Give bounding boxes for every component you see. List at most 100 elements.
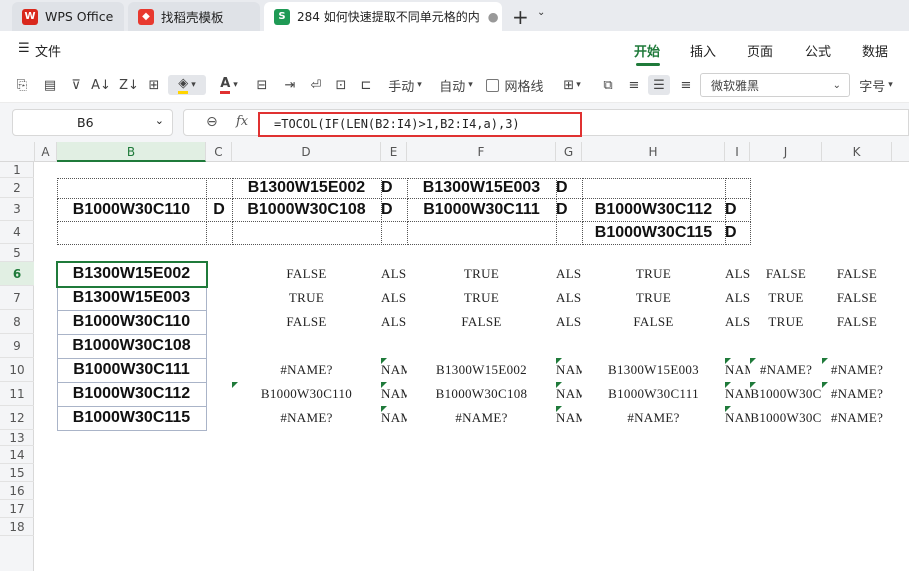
column-header-h[interactable]: H (582, 142, 725, 162)
cell-f7[interactable]: TRUE (407, 286, 556, 310)
row-header-1[interactable]: 1 (0, 162, 34, 178)
cell-i3[interactable]: D (725, 198, 750, 221)
borders-icon[interactable]: ⊞ (144, 75, 164, 95)
cell-e6[interactable]: ALS (381, 262, 407, 286)
row-header-13[interactable]: 13 (0, 430, 34, 446)
row-header-15[interactable]: 15 (0, 464, 34, 482)
row-header-7[interactable]: 7 (0, 286, 34, 310)
cell-b3[interactable]: B1000W30C110 (57, 198, 206, 221)
cell-f6[interactable]: TRUE (407, 262, 556, 286)
row-header-8[interactable]: 8 (0, 310, 34, 334)
gridlines-toggle[interactable]: 网格线 (486, 75, 544, 95)
cell-d8[interactable]: FALSE (232, 310, 381, 334)
convert-icon[interactable]: ⊡ (331, 75, 351, 95)
cell-f8[interactable]: FALSE (407, 310, 556, 334)
cell-j6[interactable]: FALSE (750, 262, 822, 286)
cell-h8[interactable]: FALSE (582, 310, 725, 334)
cell-d10[interactable]: #NAME? (232, 358, 381, 382)
cell-e7[interactable]: ALS (381, 286, 407, 310)
menu-home[interactable]: 开始 (634, 41, 660, 60)
auto-fit-dropdown[interactable]: 自动 ▾ (434, 75, 478, 95)
row-header-12[interactable]: 12 (0, 406, 34, 430)
column-header-a[interactable]: A (35, 142, 57, 162)
cell-h11[interactable]: B1000W30C111 (582, 382, 725, 406)
formula-input-area[interactable]: ⊖ fx =TOCOL(IF(LEN(B2:I4)>1,B2:I4,a),3) (183, 109, 909, 137)
sort-descending-icon[interactable]: Z↓ (118, 75, 140, 95)
cell-j10[interactable]: #NAME? (750, 358, 822, 382)
filter-icon[interactable]: ⊽ (66, 75, 86, 95)
cell-g8[interactable]: ALS (556, 310, 582, 334)
column-header-f[interactable]: F (407, 142, 556, 162)
cell-f10[interactable]: B1300W15E002 (407, 358, 556, 382)
row-header-2[interactable]: 2 (0, 178, 34, 198)
hamburger-icon[interactable]: ☰ (18, 41, 30, 56)
formula-text[interactable]: =TOCOL(IF(LEN(B2:I4)>1,B2:I4,a),3) (258, 112, 582, 137)
checkbox-icon[interactable] (486, 78, 500, 92)
row-header-17[interactable]: 17 (0, 500, 34, 518)
column-header-g[interactable]: G (556, 142, 582, 162)
row-header-18[interactable]: 18 (0, 518, 34, 536)
cell-b8[interactable]: B1000W30C110 (57, 310, 206, 334)
cell-b10[interactable]: B1000W30C111 (57, 358, 206, 382)
menu-data[interactable]: 数据 (862, 41, 888, 60)
new-tab-plus-icon[interactable]: + (512, 5, 529, 29)
cell-k11[interactable]: #NAME? (822, 382, 892, 406)
fx-icon[interactable]: fx (236, 114, 248, 129)
cell-j12[interactable]: B1000W30C (750, 406, 822, 430)
format-painter-icon[interactable]: ⎘ (12, 75, 32, 95)
cell-h3[interactable]: B1000W30C112 (582, 198, 725, 221)
align-center-icon[interactable]: ☰ (648, 75, 670, 95)
cell-g6[interactable]: ALS (556, 262, 582, 286)
cell-k10[interactable]: #NAME? (822, 358, 892, 382)
sort-ascending-icon[interactable]: A↓ (90, 75, 112, 95)
cell-c3[interactable]: D (206, 198, 232, 221)
column-header-i[interactable]: I (725, 142, 750, 162)
freeze-icon[interactable]: ⊏ (356, 75, 376, 95)
column-header-d[interactable]: D (232, 142, 381, 162)
column-header-b[interactable]: B (57, 142, 206, 162)
font-size-dropdown[interactable]: 字号 ▾ (856, 75, 896, 95)
cell-f12[interactable]: #NAME? (407, 406, 556, 430)
cell-b11[interactable]: B1000W30C112 (57, 382, 206, 406)
cell-d7[interactable]: TRUE (232, 286, 381, 310)
cell-j11[interactable]: B1000W30C (750, 382, 822, 406)
cell-h7[interactable]: TRUE (582, 286, 725, 310)
menu-insert[interactable]: 插入 (690, 41, 716, 60)
cell-h10[interactable]: B1300W15E003 (582, 358, 725, 382)
row-header-11[interactable]: 11 (0, 382, 34, 406)
column-header-j[interactable]: J (750, 142, 822, 162)
cell-g7[interactable]: ALS (556, 286, 582, 310)
cell-d11[interactable]: B1000W30C110 (232, 382, 381, 406)
cell-f11[interactable]: B1000W30C108 (407, 382, 556, 406)
cell-b12[interactable]: B1000W30C115 (57, 406, 206, 430)
cell-k12[interactable]: #NAME? (822, 406, 892, 430)
wrap-text-icon[interactable]: ⏎ (306, 75, 326, 95)
sheet-grid[interactable]: B1300W15E002 D B1300W15E003 D B1000W30C110 D B… (35, 162, 909, 571)
select-all-corner[interactable] (0, 142, 35, 162)
cell-j7[interactable]: TRUE (750, 286, 822, 310)
zoom-search-icon[interactable]: ⊖ (206, 114, 218, 130)
font-color-button[interactable]: A ▾ (212, 75, 246, 95)
paste-special-icon[interactable]: ▤ (40, 75, 60, 95)
row-header-10[interactable]: 10 (0, 358, 34, 382)
cell-f2[interactable]: B1300W15E003 (407, 178, 556, 198)
cell-e2[interactable]: D (381, 178, 407, 198)
merge-cells-icon[interactable]: ⊟ (252, 75, 272, 95)
cell-j8[interactable]: TRUE (750, 310, 822, 334)
tab-docer-templates[interactable]: ◆ 找稻壳模板 (128, 2, 260, 31)
row-header-16[interactable]: 16 (0, 482, 34, 500)
fill-color-button[interactable]: ◈ ▾ (168, 75, 206, 95)
row-header-14[interactable]: 14 (0, 446, 34, 464)
cell-i6[interactable]: ALS (725, 262, 750, 286)
tab-wps-office[interactable]: W WPS Office (12, 2, 124, 31)
cell-h6[interactable]: TRUE (582, 262, 725, 286)
cell-d12[interactable]: #NAME? (232, 406, 381, 430)
row-header-3[interactable]: 3 (0, 198, 34, 221)
cell-g3[interactable]: D (556, 198, 582, 221)
cell-h12[interactable]: #NAME? (582, 406, 725, 430)
cell-b9[interactable]: B1000W30C108 (57, 334, 206, 358)
indent-icon[interactable]: ⇥ (280, 75, 300, 95)
menu-formula[interactable]: 公式 (805, 41, 831, 60)
cell-d6[interactable]: FALSE (232, 262, 381, 286)
menu-page[interactable]: 页面 (747, 41, 773, 60)
